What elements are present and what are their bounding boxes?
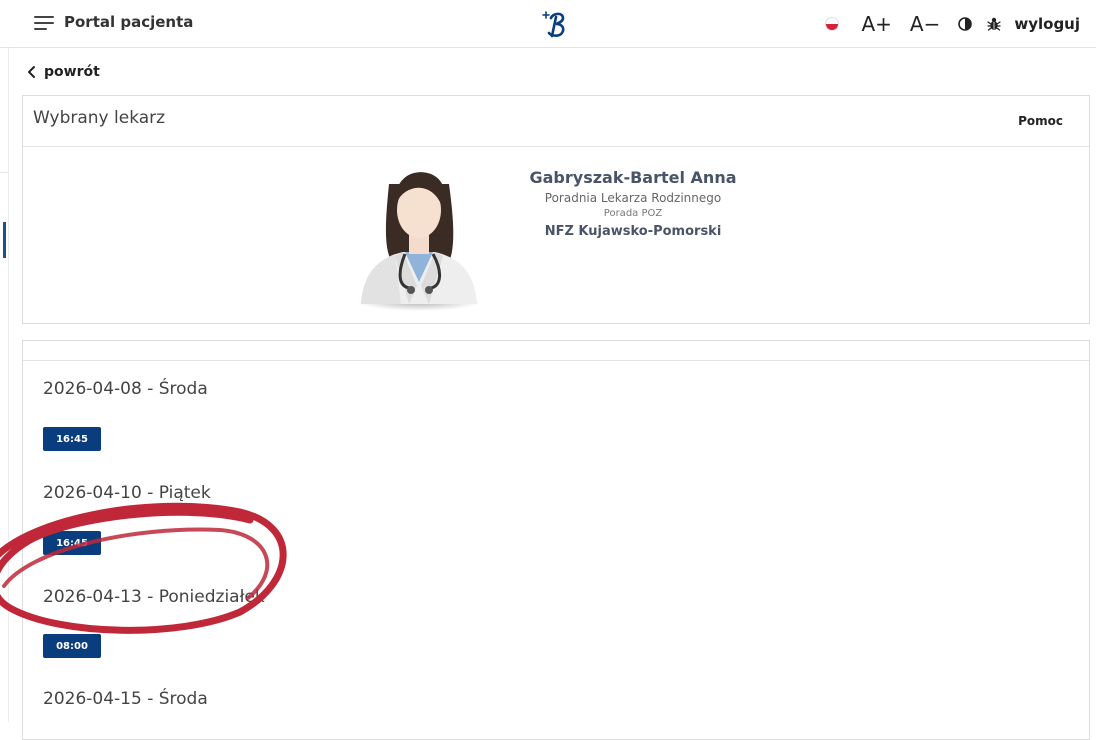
back-label: powrót bbox=[44, 64, 100, 80]
doctor-info: Gabryszak-Bartel Anna Poradnia Lekarza R… bbox=[463, 168, 803, 239]
contrast-icon[interactable] bbox=[958, 16, 974, 32]
slot-date: 2026-04-15 - Środa bbox=[43, 689, 208, 709]
time-slot-button[interactable]: 16:45 bbox=[43, 427, 101, 451]
time-slot-button[interactable]: 16:45 bbox=[43, 531, 101, 555]
doctor-nfz-branch: NFZ Kujawsko-Pomorski bbox=[544, 224, 722, 239]
bug-icon[interactable] bbox=[986, 16, 1002, 32]
sidebar-active-indicator bbox=[3, 222, 6, 258]
available-slots-card: 2026-04-08 - Środa 16:45 2026-04-10 - Pi… bbox=[22, 340, 1090, 740]
back-link[interactable]: powrót bbox=[26, 64, 100, 80]
flag-pl-icon[interactable] bbox=[825, 17, 840, 31]
doctor-name: Gabryszak-Bartel Anna bbox=[529, 168, 737, 187]
slots-card-header bbox=[23, 341, 1089, 361]
top-right-tools: A+ A− wyloguj bbox=[825, 10, 1080, 38]
top-bar: Portal pacjenta A+ A− wyloguj bbox=[0, 0, 1096, 48]
app-title: Portal pacjenta bbox=[64, 13, 194, 31]
logo-icon[interactable] bbox=[541, 9, 573, 39]
doctor-service: Porada POZ bbox=[603, 208, 663, 219]
doctor-clinic: Poradnia Lekarza Rodzinnego bbox=[544, 191, 722, 205]
slot-date: 2026-04-10 - Piątek bbox=[43, 483, 211, 503]
sidebar-edge bbox=[0, 47, 9, 722]
card-title: Wybrany lekarz bbox=[33, 108, 166, 128]
help-link[interactable]: Pomoc bbox=[1018, 114, 1063, 128]
menu-icon[interactable] bbox=[34, 14, 56, 32]
font-increase-button[interactable]: A+ bbox=[861, 12, 891, 36]
font-decrease-button[interactable]: A− bbox=[910, 12, 940, 36]
time-slot-button[interactable]: 08:00 bbox=[43, 634, 101, 658]
chevron-left-icon bbox=[28, 66, 35, 78]
selected-doctor-card: Wybrany lekarz Pomoc Gabryszak-Bartel An… bbox=[22, 95, 1090, 324]
slot-date: 2026-04-08 - Środa bbox=[43, 379, 208, 399]
slot-date: 2026-04-13 - Poniedziałek bbox=[43, 587, 265, 607]
logout-link[interactable]: wyloguj bbox=[1014, 15, 1080, 33]
card-header: Wybrany lekarz Pomoc bbox=[23, 96, 1089, 147]
